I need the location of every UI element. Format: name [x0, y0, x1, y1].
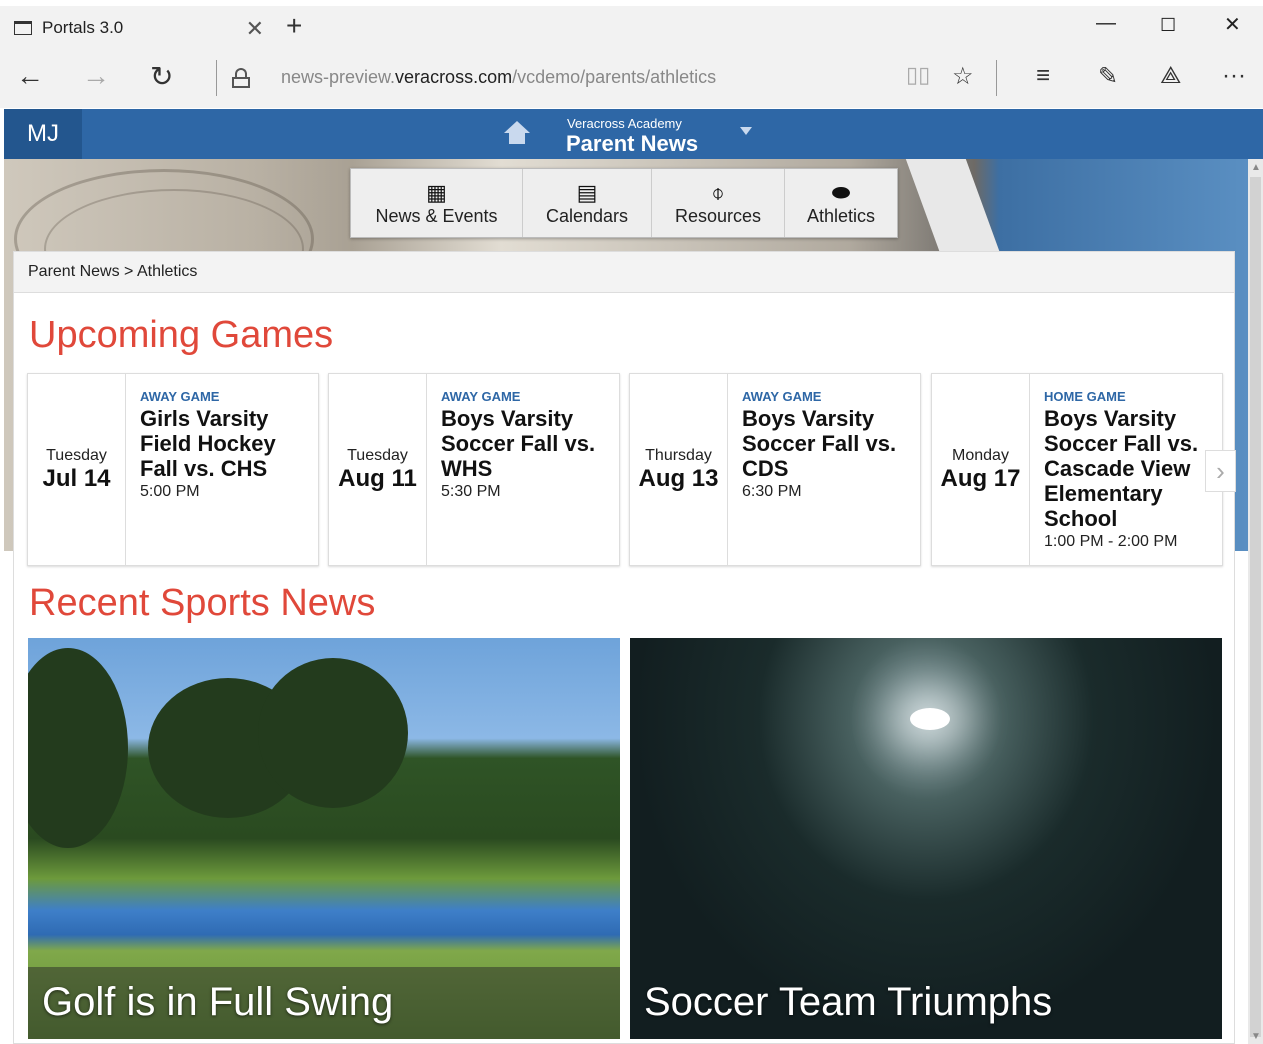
refresh-icon[interactable]: ↻ [150, 60, 173, 93]
news-caption: Soccer Team Triumphs [644, 980, 1053, 1024]
page-scrollbar[interactable]: ▲ ▼ [1248, 159, 1263, 1044]
paperclip-icon: ⌽ [711, 179, 725, 205]
scroll-up-icon[interactable]: ▲ [1251, 162, 1261, 173]
address-bar: ← → ↻ news-preview.veracross.com/vcdemo/… [0, 48, 1263, 108]
minimize-icon[interactable]: — [1096, 12, 1116, 35]
portal-header: MJ Veracross Academy Parent News [4, 109, 1263, 159]
game-date: Tuesday Jul 14 [28, 374, 126, 565]
tree-decoration [258, 658, 408, 808]
game-card[interactable]: Thursday Aug 13 AWAY GAME Boys Varsity S… [629, 373, 921, 566]
lock-icon[interactable] [232, 68, 250, 88]
game-info: AWAY GAME Boys Varsity Soccer Fall vs. C… [728, 374, 918, 565]
close-window-icon[interactable]: ✕ [1224, 12, 1241, 37]
game-type: AWAY GAME [140, 389, 220, 404]
reading-view-icon[interactable]: ▯▯ [906, 62, 930, 88]
game-title: Boys Varsity Soccer Fall vs. WHS [441, 406, 596, 481]
game-card[interactable]: Monday Aug 17 HOME GAME Boys Varsity Soc… [931, 373, 1223, 566]
user-avatar[interactable]: MJ [4, 109, 82, 159]
building-icon: ▦ [426, 179, 447, 205]
game-title: Boys Varsity Soccer Fall vs. Cascade Vie… [1044, 406, 1199, 531]
game-time: 6:30 PM [742, 483, 802, 500]
portal-nav: ▦ News & Events ▤ Calendars ⌽ Resources … [350, 168, 898, 238]
carousel-next-button[interactable]: › [1205, 450, 1236, 492]
tree-decoration [28, 648, 128, 848]
game-card[interactable]: Tuesday Aug 11 AWAY GAME Boys Varsity So… [328, 373, 620, 566]
game-info: HOME GAME Boys Varsity Soccer Fall vs. C… [1030, 374, 1220, 565]
game-time: 5:30 PM [441, 483, 501, 500]
maximize-icon[interactable]: ☐ [1160, 15, 1176, 36]
web-note-icon[interactable]: ✎ [1098, 62, 1118, 91]
divider [996, 60, 997, 96]
page-icon [14, 21, 32, 35]
share-icon[interactable]: ⟁ [1160, 62, 1181, 90]
game-type: HOME GAME [1044, 389, 1126, 404]
game-title: Boys Varsity Soccer Fall vs. CDS [742, 406, 897, 481]
recent-news-title: Recent Sports News [29, 582, 376, 624]
stadium-light-decoration [910, 708, 950, 730]
favorites-star-icon[interactable]: ☆ [952, 62, 974, 91]
news-card-soccer[interactable]: Soccer Team Triumphs [630, 638, 1222, 1039]
nav-athletics[interactable]: ⬬ Athletics [785, 169, 897, 237]
back-icon[interactable]: ← [16, 60, 44, 92]
portal-title[interactable]: Parent News [566, 131, 698, 157]
hub-icon[interactable]: ≡ [1036, 62, 1050, 90]
game-info: AWAY GAME Girls Varsity Field Hockey Fal… [126, 374, 316, 565]
beam-decoration [905, 159, 1003, 259]
tab-title: Portals 3.0 [42, 18, 124, 37]
forward-icon[interactable]: → [82, 60, 110, 92]
news-caption: Golf is in Full Swing [42, 980, 394, 1024]
browser-tab[interactable]: Portals 3.0 ✕ [4, 8, 274, 48]
football-icon: ⬬ [831, 179, 851, 205]
divider [216, 60, 217, 96]
nav-resources[interactable]: ⌽ Resources [652, 169, 785, 237]
breadcrumb[interactable]: Parent News > Athletics [14, 252, 1234, 293]
game-date: Monday Aug 17 [932, 374, 1030, 565]
game-date: Thursday Aug 13 [630, 374, 728, 565]
game-time: 1:00 PM - 2:00 PM [1044, 533, 1178, 550]
school-name: Veracross Academy [567, 116, 682, 131]
url-field[interactable]: news-preview.veracross.com/vcdemo/parent… [281, 67, 716, 88]
game-date: Tuesday Aug 11 [329, 374, 427, 565]
upcoming-games-title: Upcoming Games [29, 314, 334, 356]
game-info: AWAY GAME Boys Varsity Soccer Fall vs. W… [427, 374, 617, 565]
scrollbar-thumb[interactable] [1250, 177, 1261, 1037]
game-type: AWAY GAME [742, 389, 822, 404]
game-card[interactable]: Tuesday Jul 14 AWAY GAME Girls Varsity F… [27, 373, 319, 566]
calendar-icon: ▤ [576, 179, 598, 205]
chevron-down-icon[interactable] [740, 127, 752, 135]
new-tab-button[interactable]: + [286, 10, 302, 42]
home-icon[interactable] [504, 121, 530, 145]
more-icon[interactable]: ··· [1222, 62, 1246, 90]
nav-calendars[interactable]: ▤ Calendars [523, 169, 652, 237]
chevron-right-icon: › [1216, 455, 1225, 486]
close-tab-icon[interactable]: ✕ [246, 16, 264, 42]
game-title: Girls Varsity Field Hockey Fall vs. CHS [140, 406, 276, 481]
news-card-golf[interactable]: Golf is in Full Swing [28, 638, 620, 1039]
content-panel: Parent News > Athletics Upcoming Games T… [13, 251, 1236, 1044]
nav-news-events[interactable]: ▦ News & Events [351, 169, 523, 237]
game-type: AWAY GAME [441, 389, 521, 404]
game-time: 5:00 PM [140, 483, 200, 500]
browser-tab-bar: Portals 3.0 ✕ + — ☐ ✕ [0, 0, 1263, 48]
scroll-down-icon[interactable]: ▼ [1251, 1031, 1261, 1042]
